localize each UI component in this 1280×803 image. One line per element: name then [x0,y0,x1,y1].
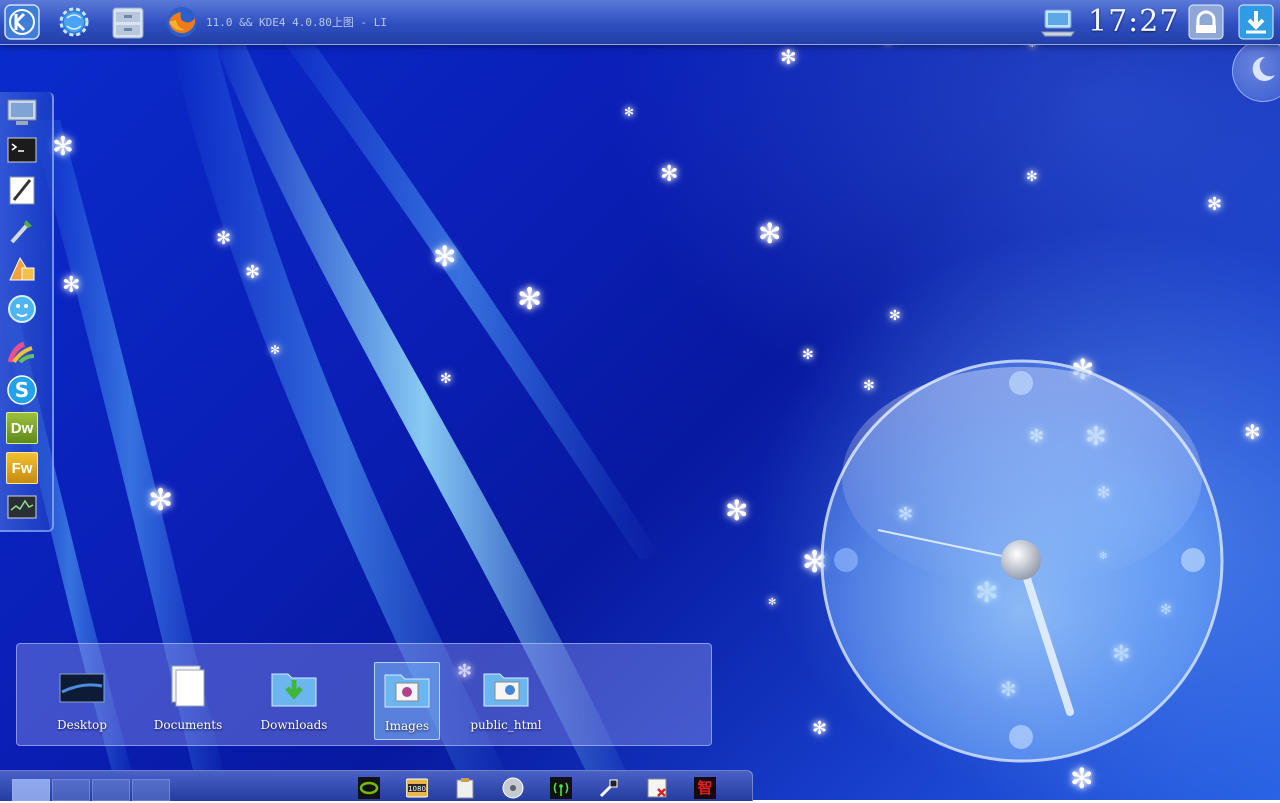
kde-menu-button[interactable] [4,4,40,40]
launcher-text-editor[interactable] [6,174,38,206]
plug-icon [599,778,619,798]
input-method-icon: 智 [694,777,716,799]
folder-item-documents[interactable]: Documents [154,662,222,738]
file-manager-icon [112,7,144,39]
resolution-badge: 1080 [408,785,426,793]
folder-item-downloads[interactable]: Downloads [261,662,327,738]
file-manager-launcher[interactable] [110,4,146,40]
folder-view-widget: Desktop Documents Downloads Images publi… [16,643,712,746]
dreamweaver-icon: Dw [6,412,38,444]
folder-label: Downloads [260,718,328,732]
tray-nvidia[interactable] [358,777,380,799]
launcher-dreamweaver[interactable]: Dw [6,412,38,444]
pager-desktop-1[interactable] [12,779,50,801]
folder-label: Images [384,719,430,733]
launcher-office[interactable] [6,254,38,286]
tray-input-method[interactable]: 智 [694,777,716,799]
paint-icon [7,341,35,364]
digital-clock[interactable]: 17:27 [1088,4,1179,39]
launcher-fireworks[interactable]: Fw [6,452,38,484]
folder-label: Desktop [57,718,107,732]
launcher-terminal[interactable] [6,134,38,166]
logout-button[interactable] [1238,4,1274,40]
launcher-paint[interactable] [6,334,38,366]
office-icon [9,256,35,281]
clipboard-icon [456,778,474,799]
launcher-chat[interactable] [6,294,38,326]
terminal-icon [7,137,37,163]
tray-clipboard[interactable] [454,777,476,799]
lock-screen-icon [1188,4,1224,40]
media-icon: 1080 [405,778,429,798]
firefox-icon [167,7,197,37]
tray-plug[interactable] [598,777,620,799]
nvidia-icon [358,777,380,799]
pager-desktop-3[interactable] [92,779,130,801]
printer-icon [647,778,667,798]
globe-icon [59,7,89,37]
lock-screen-button[interactable] [1188,4,1224,40]
folder-label: public_html [470,718,542,732]
folder-label: Documents [153,718,223,732]
laptop-status[interactable] [1040,4,1076,40]
system-monitor-icon [7,495,37,519]
bottom-panel: 1080 智 [0,770,753,801]
text-editor-icon [9,176,35,205]
laptop-icon [1041,9,1075,37]
download-icon [1238,4,1274,40]
chat-icon [8,295,36,323]
moon-icon [1252,56,1275,81]
globe-launcher[interactable] [56,4,92,40]
public-html-folder-icon [483,673,529,707]
tray-disk[interactable] [502,777,524,799]
pager-desktop-2[interactable] [52,779,90,801]
color-picker-icon [10,220,32,244]
folder-item-desktop[interactable]: Desktop [50,662,114,738]
kde-menu-icon [4,4,40,40]
folder-item-images[interactable]: Images [374,662,440,740]
launcher-skype[interactable]: S [6,374,38,406]
tray-network[interactable] [550,777,572,799]
launcher-color-picker[interactable] [6,214,38,246]
folder-item-public-html[interactable]: public_html [470,662,542,738]
pager-desktop-4[interactable] [132,779,170,801]
downloads-folder-icon [271,673,317,707]
fireworks-icon: Fw [6,452,38,484]
network-icon [550,777,572,799]
taskbar-window-title[interactable]: 11.0 && KDE4 4.0.80上图 - LI [206,14,396,30]
launcher-system[interactable] [6,96,38,128]
analog-clock[interactable] [818,357,1226,765]
disk-icon [502,777,524,799]
system-icon [7,99,37,125]
firefox-launcher[interactable] [164,4,200,40]
tray-printer[interactable] [646,777,668,799]
images-folder-icon [384,674,430,708]
documents-icon [171,665,205,707]
svg-text:S: S [15,378,29,402]
left-launcher-panel: S Dw Fw [0,92,54,532]
desktop-folder-icon [59,673,105,703]
top-panel: 11.0 && KDE4 4.0.80上图 - LI 17:27 [0,0,1280,45]
tray-media[interactable]: 1080 [405,777,429,799]
launcher-system-monitor[interactable] [6,492,38,524]
skype-icon: S [7,375,37,405]
